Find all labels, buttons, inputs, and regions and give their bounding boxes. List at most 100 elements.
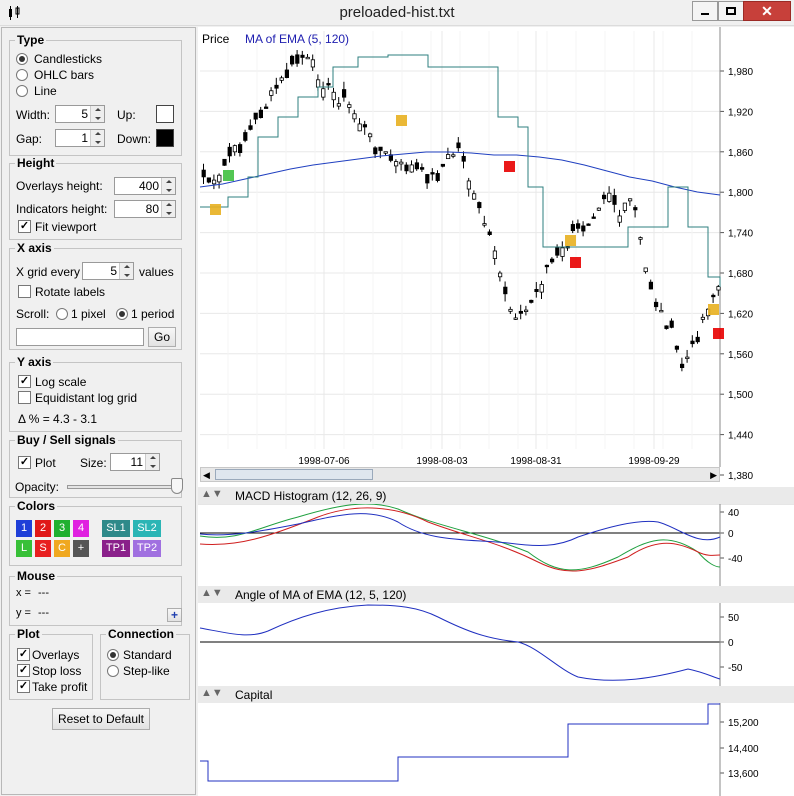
candle-body xyxy=(539,284,544,293)
candle-body xyxy=(487,231,492,235)
candle-body xyxy=(274,84,279,89)
overlays-height-spinner[interactable]: 400 xyxy=(114,177,176,195)
pane-arrows-icon[interactable]: ▲▼ xyxy=(201,488,223,500)
stop-loss-label: Stop loss xyxy=(32,664,82,678)
candle-body xyxy=(373,147,378,155)
opacity-label: Opacity: xyxy=(15,480,60,494)
color-box-plus[interactable]: + xyxy=(73,540,89,557)
equidistant-checkbox[interactable] xyxy=(18,391,31,404)
candle-body xyxy=(612,195,617,205)
price-tick-label: 1,740 xyxy=(728,229,753,240)
spinner-arrows-icon[interactable] xyxy=(90,130,104,146)
candle-body xyxy=(679,363,685,368)
indicators-height-label: Indicators height: xyxy=(16,202,108,216)
signal-marker-buy xyxy=(396,115,407,126)
spinner-arrows-icon[interactable] xyxy=(119,263,133,279)
scroll-pixel-radio[interactable] xyxy=(56,308,68,320)
rotate-labels-checkbox[interactable] xyxy=(18,285,31,298)
step-like-radio[interactable] xyxy=(107,665,119,677)
log-scale-checkbox[interactable]: ✓ xyxy=(18,375,31,388)
add-mouse-button[interactable]: + xyxy=(167,608,182,622)
color-box-s[interactable]: S xyxy=(35,540,51,557)
candle-body xyxy=(305,56,310,60)
down-color-swatch[interactable] xyxy=(156,129,174,147)
up-color-swatch[interactable] xyxy=(156,105,174,123)
xgrid-spinner[interactable]: 5 xyxy=(82,262,134,280)
date-tick-label: 1998-09-29 xyxy=(628,456,680,467)
reset-default-button[interactable]: Reset to Default xyxy=(52,708,150,730)
color-box-4[interactable]: 4 xyxy=(73,520,89,537)
delta-percent: Δ % = 4.3 - 3.1 xyxy=(18,412,98,426)
color-box-c[interactable]: C xyxy=(54,540,70,557)
maximize-button[interactable] xyxy=(718,1,744,21)
candle-body xyxy=(685,356,690,359)
go-button[interactable]: Go xyxy=(148,327,176,347)
candle-body xyxy=(445,154,451,160)
xaxis-group: X axis X grid every 5 values Rotate labe… xyxy=(9,241,182,350)
color-box-l[interactable]: L xyxy=(16,540,32,557)
angle-title: Angle of MA of EMA (12, 5, 120) xyxy=(235,588,407,602)
horizontal-scrollbar[interactable]: ◀ ▶ xyxy=(200,467,720,482)
pane-arrows-icon[interactable]: ▲▼ xyxy=(201,687,223,699)
spinner-arrows-icon[interactable] xyxy=(145,454,159,470)
connection-group: Connection Standard Step-like xyxy=(100,627,190,700)
candle-body xyxy=(367,133,373,138)
signal-marker-sell xyxy=(570,257,581,268)
scroll-period-radio[interactable] xyxy=(116,308,128,320)
minimize-button[interactable] xyxy=(692,1,718,21)
candle-body xyxy=(513,317,518,320)
down-label: Down: xyxy=(117,132,152,146)
window-title: preloaded-hist.txt xyxy=(339,4,455,21)
candle-body xyxy=(347,104,352,108)
opacity-slider-track[interactable] xyxy=(67,485,177,489)
gap-spinner[interactable]: 1 xyxy=(55,129,105,147)
opacity-slider-handle[interactable] xyxy=(171,478,183,494)
candle-body xyxy=(206,177,211,183)
candle-body xyxy=(362,124,367,128)
candle-body xyxy=(497,272,503,278)
candle-body xyxy=(653,301,659,308)
spinner-arrows-icon[interactable] xyxy=(90,106,104,122)
pane-arrows-icon[interactable]: ▲▼ xyxy=(201,587,223,599)
signals-plot-checkbox[interactable]: ✓ xyxy=(18,456,31,469)
macd-title: MACD Histogram (12, 26, 9) xyxy=(235,489,387,503)
indicators-height-spinner[interactable]: 80 xyxy=(114,200,176,218)
spinner-arrows-icon[interactable] xyxy=(161,201,175,217)
candle-body xyxy=(529,299,534,303)
close-button[interactable]: ✕ xyxy=(743,1,791,21)
chart-canvas[interactable]: 1,980 1,920 1,860 1,800 1,740 1,680 1,620 1,560… xyxy=(198,27,794,796)
take-profit-checkbox[interactable]: ✓ xyxy=(17,680,30,693)
color-box-3[interactable]: 3 xyxy=(54,520,70,537)
size-spinner[interactable]: 11 xyxy=(110,453,160,471)
candle-body xyxy=(664,325,669,329)
scrollbar-thumb[interactable] xyxy=(215,469,373,480)
color-box-2[interactable]: 2 xyxy=(35,520,51,537)
scroll-left-icon[interactable]: ◀ xyxy=(203,470,210,481)
stop-loss-checkbox[interactable]: ✓ xyxy=(17,664,30,677)
minimize-icon xyxy=(701,13,709,15)
signal-marker-buy xyxy=(210,204,221,215)
color-box-sl2[interactable]: SL2 xyxy=(133,520,161,537)
xgrid-value: 5 xyxy=(110,264,117,278)
standard-radio[interactable] xyxy=(107,649,119,661)
candle-body xyxy=(232,145,238,153)
scroll-date-input[interactable] xyxy=(16,328,144,346)
color-box-tp2[interactable]: TP2 xyxy=(133,540,161,557)
mouse-x-value: --- xyxy=(38,587,49,599)
spinner-arrows-icon[interactable] xyxy=(161,178,175,194)
color-box-sl1[interactable]: SL1 xyxy=(102,520,130,537)
price-tick-label: 1,440 xyxy=(728,431,753,442)
ohlc-radio[interactable] xyxy=(16,69,28,81)
color-box-1[interactable]: 1 xyxy=(16,520,32,537)
candle-body xyxy=(435,173,440,181)
width-spinner[interactable]: 5 xyxy=(55,105,105,123)
candle-body xyxy=(716,286,721,291)
color-box-tp1[interactable]: TP1 xyxy=(102,540,130,557)
overlays-checkbox[interactable]: ✓ xyxy=(17,648,30,661)
scroll-right-icon[interactable]: ▶ xyxy=(710,470,717,481)
candlesticks-radio[interactable] xyxy=(16,53,28,65)
mouse-group: Mouse x = --- y = --- + xyxy=(9,569,182,626)
line-radio[interactable] xyxy=(16,85,28,97)
candle-body xyxy=(492,250,498,259)
fit-viewport-checkbox[interactable]: ✓ xyxy=(18,220,31,233)
